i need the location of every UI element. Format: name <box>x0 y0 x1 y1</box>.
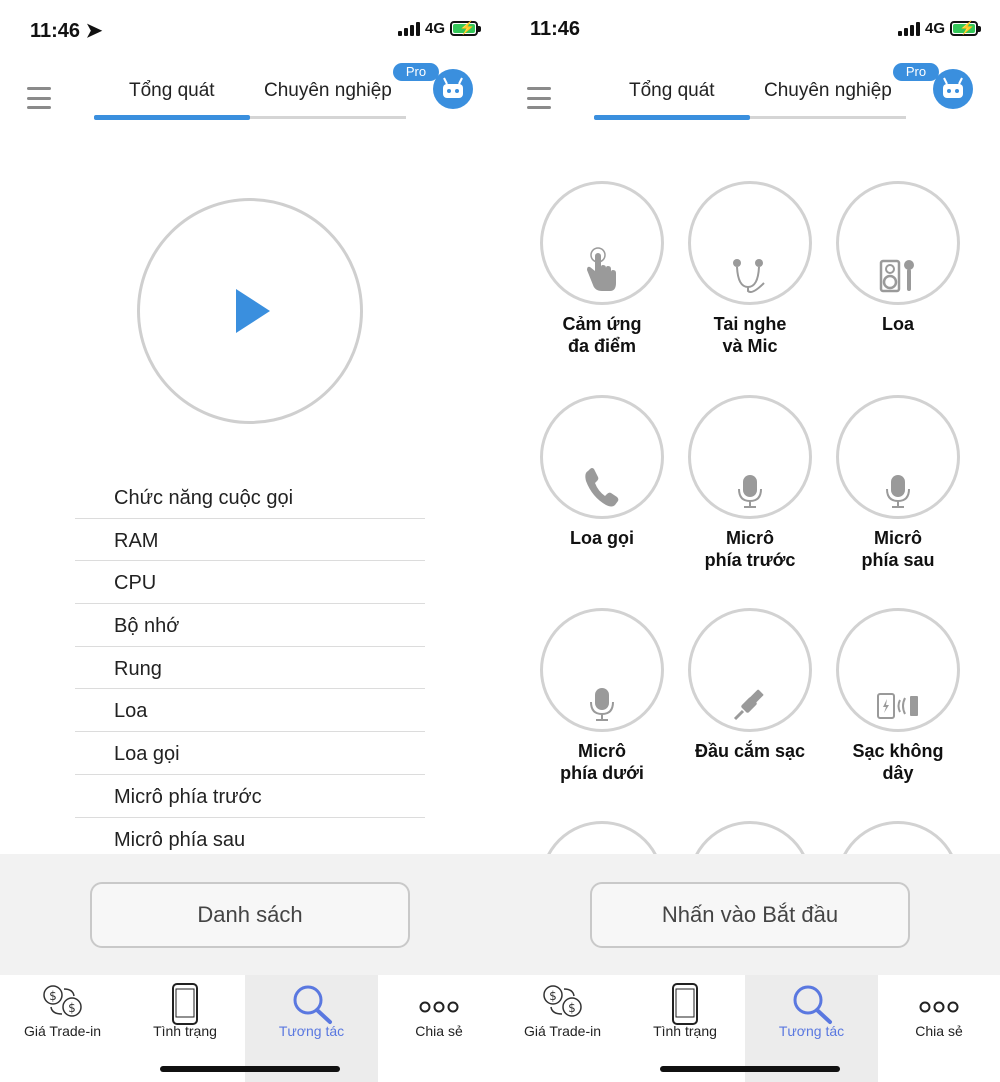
list-item[interactable]: Chức năng cuộc gọi <box>75 476 425 519</box>
location-arrow-icon: ➤ <box>80 20 103 42</box>
network-label: 4G <box>424 20 445 37</box>
speaker-icon <box>879 259 914 293</box>
bottom-panel: Danh sách <box>0 854 500 975</box>
status-indicators: 4G ⚡ <box>397 20 481 37</box>
list-item[interactable]: Bộ nhớ <box>75 604 425 647</box>
search-icon <box>793 985 832 1024</box>
nav-tradein[interactable]: $ $ Giá Trade-in <box>0 975 125 1082</box>
nav-tradein[interactable]: $ $ Giá Trade-in <box>500 975 625 1082</box>
menu-icon[interactable] <box>27 87 51 109</box>
list-item[interactable]: Loa gọi <box>75 732 425 775</box>
test-label: Loa <box>881 314 914 334</box>
battery-icon: ⚡ <box>450 21 481 36</box>
money-exchange-icon: $ $ <box>542 985 582 1017</box>
microphone-icon <box>738 475 762 508</box>
test-label: Cảm ứng đa điểm <box>562 314 642 356</box>
bottom-panel: Nhấn vào Bắt đầu <box>500 854 1000 975</box>
smartphone-icon <box>172 983 198 1025</box>
usb-cable-icon <box>733 689 764 721</box>
status-indicators: 4G ⚡ <box>897 20 981 37</box>
svg-text:$: $ <box>68 1001 76 1015</box>
nav-share[interactable]: Chia sẻ <box>378 975 500 1082</box>
nav-share-label: Chia sẻ <box>415 1023 463 1039</box>
nav-status-label: Tình trạng <box>653 1023 717 1039</box>
nav-tradein-label: Giá Trade-in <box>23 1023 102 1039</box>
test-label: Micrô phía dưới <box>560 741 644 783</box>
search-icon <box>293 985 332 1024</box>
nav-status-label: Tình trạng <box>153 1023 217 1039</box>
test-label: Micrô phía trước <box>704 528 796 570</box>
multitouch-icon <box>587 247 616 291</box>
nav-interaction-label: Tương tác <box>778 1023 845 1039</box>
svg-text:$: $ <box>49 989 57 1003</box>
play-icon <box>236 289 270 333</box>
svg-text:$: $ <box>549 989 557 1003</box>
signal-icon <box>397 21 420 36</box>
list-item[interactable]: Micrô phía trước <box>75 775 425 818</box>
nav-interaction-label: Tương tác <box>278 1023 345 1039</box>
tab-professional[interactable]: Chuyên nghiệp <box>264 80 392 102</box>
test-label: Đầu cắm sạc <box>694 741 806 761</box>
home-indicator <box>660 1066 840 1072</box>
svg-text:$: $ <box>568 1001 576 1015</box>
smartphone-icon <box>672 983 698 1025</box>
nav-share-label: Chia sẻ <box>915 1023 963 1039</box>
nav-share[interactable]: Chia sẻ <box>878 975 1000 1082</box>
nav-tradein-label: Giá Trade-in <box>523 1023 602 1039</box>
tab-professional[interactable]: Chuyên nghiệp <box>764 80 892 102</box>
network-label: 4G <box>924 20 945 37</box>
tab-indicator <box>594 115 750 120</box>
tab-general[interactable]: Tổng quát <box>129 80 215 102</box>
list-item[interactable]: Rung <box>75 647 425 690</box>
test-label: Tai nghe và Mic <box>713 314 787 356</box>
robot-assistant-icon[interactable] <box>433 69 473 109</box>
tab-bar: Tổng quát Chuyên nghiệp <box>594 80 906 122</box>
status-time-text: 11:46 <box>30 20 81 42</box>
tab-general[interactable]: Tổng quát <box>629 80 715 102</box>
battery-icon: ⚡ <box>950 21 981 36</box>
pro-badge: Pro <box>393 63 439 81</box>
more-dots-icon <box>919 1001 959 1013</box>
status-time: 11:46 <box>530 18 581 40</box>
pro-badge: Pro <box>893 63 939 81</box>
tab-indicator <box>94 115 250 120</box>
list-item[interactable]: Loa <box>75 689 425 733</box>
list-item[interactable]: RAM <box>75 519 425 562</box>
test-list: Chức năng cuộc gọi RAM CPU Bộ nhớ Rung L… <box>75 476 425 861</box>
test-label: Sạc không dây <box>852 741 944 783</box>
start-hint-button[interactable]: Nhấn vào Bắt đầu <box>590 882 910 948</box>
wireless-charging-icon <box>877 693 918 719</box>
home-indicator <box>160 1066 340 1072</box>
left-screen: 11:46 ➤ 4G ⚡ Tổng quát Chuyên nghiệp Pro… <box>0 0 500 1082</box>
more-dots-icon <box>419 1001 459 1013</box>
signal-icon <box>897 21 920 36</box>
list-button[interactable]: Danh sách <box>90 882 410 948</box>
microphone-icon <box>886 475 910 508</box>
test-label: Micrô phía sau <box>861 528 935 570</box>
tab-bar: Tổng quát Chuyên nghiệp <box>94 80 406 122</box>
phone-icon <box>585 468 619 507</box>
start-test-button[interactable] <box>137 198 363 424</box>
headphones-icon <box>733 259 765 293</box>
list-item[interactable]: CPU <box>75 561 425 605</box>
menu-icon[interactable] <box>527 87 551 109</box>
microphone-icon <box>590 688 614 721</box>
status-time: 11:46 ➤ <box>30 18 102 43</box>
test-label: Loa gọi <box>570 528 634 548</box>
money-exchange-icon: $ $ <box>42 985 82 1017</box>
robot-assistant-icon[interactable] <box>933 69 973 109</box>
right-screen: 11:46 4G ⚡ Tổng quát Chuyên nghiệp Pro C… <box>500 0 1000 1082</box>
